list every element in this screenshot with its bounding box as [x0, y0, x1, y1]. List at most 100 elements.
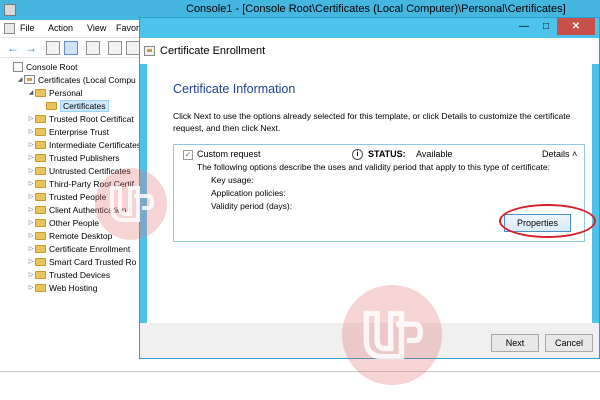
dialog-title: Certificate Enrollment	[160, 45, 266, 57]
folder-icon	[35, 153, 46, 162]
folder-icon	[35, 127, 46, 136]
tree-item-label: Trusted Publishers	[49, 152, 120, 163]
expand-icon[interactable]: ▷	[27, 180, 35, 187]
tree-item-label: Certificates	[60, 99, 109, 112]
folder-icon	[35, 88, 46, 97]
up-folder-icon[interactable]	[46, 41, 60, 55]
tree-item[interactable]: ▷ Trusted Root Certificat	[27, 112, 134, 125]
dialog-footer: Next Cancel	[140, 323, 599, 358]
next-button[interactable]: Next	[491, 334, 539, 352]
mmc-menu-bar: File Action View Favori	[0, 20, 145, 38]
collapse-icon[interactable]: ◢	[16, 76, 24, 83]
tree-item[interactable]: ▷ Web Hosting	[27, 281, 98, 294]
certificate-store-icon	[24, 75, 35, 84]
tree-item-label: Untrusted Certificates	[49, 165, 131, 176]
expand-icon[interactable]: ▷	[27, 128, 35, 135]
show-tree-icon[interactable]	[64, 41, 78, 55]
menu-view[interactable]: View	[87, 23, 106, 33]
copy-icon[interactable]	[86, 41, 100, 55]
tree-item[interactable]: ▷ Enterprise Trust	[27, 125, 109, 138]
expand-icon[interactable]: ▷	[27, 154, 35, 161]
tree-item-label: Intermediate Certificates	[49, 139, 140, 150]
forward-arrow-icon[interactable]: →	[24, 41, 38, 55]
cancel-button[interactable]: Cancel	[545, 334, 593, 352]
tree-item[interactable]: ▷ Remote Desktop	[27, 229, 113, 242]
expand-icon[interactable]: ▷	[27, 245, 35, 252]
tree-item[interactable]: ▷ Certificate Enrollment	[27, 242, 131, 255]
tree-item[interactable]: ▷ Trusted People	[27, 190, 107, 203]
menu-favorites[interactable]: Favori	[116, 23, 141, 33]
minimize-icon[interactable]: —	[513, 18, 535, 35]
details-toggle[interactable]: Details ˄	[542, 149, 577, 159]
expand-icon[interactable]: ▷	[27, 271, 35, 278]
tree-item[interactable]: ▷ Trusted Devices	[27, 268, 110, 281]
application-policies-label: Application policies:	[211, 188, 286, 198]
template-name: Custom request	[197, 149, 261, 159]
menu-file[interactable]: File	[20, 23, 35, 33]
tree-item[interactable]: ▷ Smart Card Trusted Ro	[27, 255, 137, 268]
status-label: STATUS:	[368, 149, 406, 159]
tree-item-label: Certificates (Local Compu	[38, 74, 136, 85]
export-list-icon[interactable]	[126, 41, 140, 55]
status-value: Available	[416, 149, 453, 159]
expand-icon[interactable]: ▷	[27, 232, 35, 239]
collapse-icon[interactable]: ◢	[27, 89, 35, 96]
properties-button[interactable]: Properties	[504, 214, 571, 232]
refresh-icon[interactable]	[108, 41, 122, 55]
tree-item[interactable]: Console Root	[5, 60, 78, 73]
back-arrow-icon[interactable]: ←	[6, 41, 20, 55]
folder-icon	[35, 205, 46, 214]
tree-item[interactable]: ▷ Third-Party Root Certif	[27, 177, 134, 190]
tree-item-label: Third-Party Root Certif	[49, 178, 135, 189]
close-icon[interactable]: ✕	[557, 18, 595, 35]
expand-icon[interactable]: ▷	[27, 167, 35, 174]
menu-action[interactable]: Action	[48, 23, 73, 33]
folder-icon	[35, 218, 46, 227]
folder-icon	[35, 270, 46, 279]
folder-icon	[35, 179, 46, 188]
mmc-toolbar: ← →	[0, 38, 145, 58]
folder-icon	[35, 166, 46, 175]
expand-icon[interactable]: ▷	[27, 258, 35, 265]
template-panel: ✓ Custom request i STATUS: Available Det…	[173, 144, 585, 242]
tree-item[interactable]: ▷ Untrusted Certificates	[27, 164, 131, 177]
validity-period-label: Validity period (days):	[211, 201, 293, 211]
expand-icon[interactable]: ▷	[27, 193, 35, 200]
expand-icon[interactable]: ▷	[27, 219, 35, 226]
expand-icon[interactable]: ▷	[27, 115, 35, 122]
key-usage-label: Key usage:	[211, 175, 254, 185]
folder-icon	[46, 101, 57, 110]
maximize-icon[interactable]: □	[535, 18, 557, 35]
tree-item-label: Enterprise Trust	[49, 126, 109, 137]
tree-item-label: Console Root	[26, 61, 78, 72]
tree-item[interactable]: ▷ Client Authentication I	[27, 203, 132, 216]
tree-item[interactable]: ◢ Personal	[27, 86, 83, 99]
custom-request-checkbox[interactable]: ✓	[183, 150, 193, 160]
instructions-text: Click Next to use the options already se…	[173, 111, 571, 133]
tree-item[interactable]: ▷ Intermediate Certificates	[27, 138, 140, 151]
folder-icon	[35, 231, 46, 240]
tree-item-label: Client Authentication I	[49, 204, 132, 215]
tree-item-label: Trusted Root Certificat	[49, 113, 134, 124]
expand-icon[interactable]: ▷	[27, 141, 35, 148]
tree-item[interactable]: ▷ Other People	[27, 216, 99, 229]
tree-item[interactable]: ▷ Trusted Publishers	[27, 151, 120, 164]
certificate-enrollment-dialog: — □ ✕ Certificate Enrollment Certificate…	[139, 17, 600, 359]
tree-item-label: Certificate Enrollment	[49, 243, 131, 254]
folder-icon	[35, 257, 46, 266]
folder-icon	[35, 114, 46, 123]
folder-icon	[35, 192, 46, 201]
details-label: Details	[542, 149, 570, 159]
dialog-title-bar[interactable]: — □ ✕	[140, 18, 599, 38]
tree-item-label: Personal	[49, 87, 83, 98]
tree-item-label: Smart Card Trusted Ro	[49, 256, 137, 267]
tree-item[interactable]: ◢ Certificates (Local Compu	[16, 73, 136, 86]
mmc-app-icon[interactable]	[4, 4, 16, 16]
tree-item-label: Remote Desktop	[49, 230, 113, 241]
expand-icon[interactable]: ▷	[27, 284, 35, 291]
expand-icon[interactable]: ▷	[27, 206, 35, 213]
tree-item-label: Other People	[49, 217, 100, 228]
tree-item-label: Trusted Devices	[49, 269, 111, 280]
tree-item-label: Web Hosting	[49, 282, 98, 293]
tree-item[interactable]: Certificates	[38, 99, 109, 112]
